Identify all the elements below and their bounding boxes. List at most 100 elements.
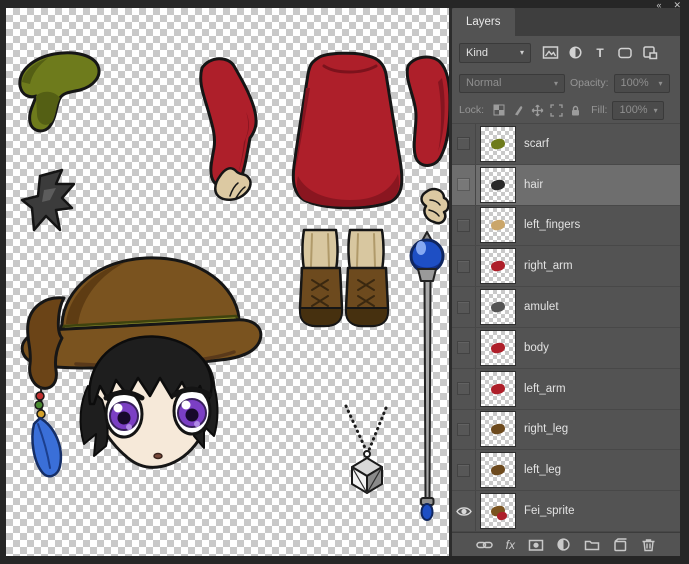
lock-transparent-pixels-icon[interactable] xyxy=(493,104,506,117)
fill-control[interactable]: 100% ▾ xyxy=(612,101,664,120)
layer-row-scarf[interactable]: scarf xyxy=(452,124,680,165)
window-controls: « ✕ xyxy=(656,0,681,10)
layer-thumbnail[interactable] xyxy=(480,411,516,447)
pixel-layers-icon xyxy=(542,45,559,60)
fill-value: 100% xyxy=(619,104,647,116)
layer-thumbnail[interactable] xyxy=(480,330,516,366)
visibility-toggle[interactable] xyxy=(452,206,476,246)
layer-name: left_arm xyxy=(524,383,566,395)
body-sprite[interactable] xyxy=(293,53,402,208)
filter-smart-objects-button[interactable] xyxy=(639,43,661,63)
new-layer-icon xyxy=(612,538,628,552)
lock-position-icon[interactable] xyxy=(531,104,544,117)
hair-tuft-sprite[interactable] xyxy=(22,170,74,230)
layer-thumbnail[interactable] xyxy=(480,126,516,162)
visibility-toggle[interactable] xyxy=(452,491,476,531)
filter-type-layers-button[interactable]: T xyxy=(589,43,611,63)
filter-adjustment-layers-button[interactable] xyxy=(564,43,586,63)
collapse-panel-icon[interactable]: « xyxy=(656,0,661,10)
layer-row-right-arm[interactable]: right_arm xyxy=(452,246,680,287)
left-fingers-sprite[interactable] xyxy=(422,189,449,223)
folder-icon xyxy=(584,538,600,552)
scarf-sprite[interactable] xyxy=(20,53,99,131)
left-arm-sprite[interactable] xyxy=(201,59,256,200)
legs-sprite[interactable] xyxy=(300,230,388,326)
chevron-down-icon: ▾ xyxy=(659,79,663,88)
tab-layers[interactable]: Layers xyxy=(452,8,515,36)
visibility-toggle[interactable] xyxy=(452,246,476,286)
filter-pixel-layers-button[interactable] xyxy=(539,43,561,63)
lock-all-icon[interactable] xyxy=(569,104,582,117)
shape-layers-icon xyxy=(617,46,633,60)
delete-layer-button[interactable] xyxy=(641,536,656,554)
visibility-toggle[interactable] xyxy=(452,369,476,409)
layer-thumbnail[interactable] xyxy=(480,493,516,529)
layer-list: scarf hair left_fingers right_arm xyxy=(452,124,680,532)
filter-shape-layers-button[interactable] xyxy=(614,43,636,63)
visibility-toggle[interactable] xyxy=(452,124,476,164)
thumbnail-preview xyxy=(490,423,506,436)
chevron-down-icon: ▾ xyxy=(554,79,558,88)
document-canvas[interactable] xyxy=(6,8,452,556)
trash-icon xyxy=(641,538,656,552)
right-eye xyxy=(174,388,210,434)
visibility-toggle[interactable] xyxy=(452,287,476,327)
lock-image-pixels-icon[interactable] xyxy=(512,104,525,117)
layer-row-right-leg[interactable]: right_leg xyxy=(452,410,680,451)
lock-artboard-icon[interactable] xyxy=(550,104,563,117)
layer-row-left-fingers[interactable]: left_fingers xyxy=(452,206,680,247)
thumbnail-preview xyxy=(490,260,506,273)
layer-row-left-leg[interactable]: left_leg xyxy=(452,450,680,491)
fx-icon: fx xyxy=(506,538,515,552)
new-layer-button[interactable] xyxy=(612,536,628,554)
eye-icon xyxy=(456,506,472,517)
smart-objects-icon xyxy=(642,45,658,60)
layer-style-button[interactable]: fx xyxy=(506,536,515,554)
visibility-toggle[interactable] xyxy=(452,328,476,368)
layer-thumbnail[interactable] xyxy=(480,167,516,203)
kind-filter-label: Kind xyxy=(466,47,488,59)
close-icon[interactable]: ✕ xyxy=(673,0,681,10)
layer-thumbnail[interactable] xyxy=(480,207,516,243)
opacity-control[interactable]: 100% ▾ xyxy=(614,74,670,93)
layer-thumbnail[interactable] xyxy=(480,248,516,284)
layer-thumbnail[interactable] xyxy=(480,289,516,325)
new-adjustment-layer-button[interactable] xyxy=(556,536,571,554)
panel-tab-bar: Layers xyxy=(452,8,680,36)
lock-label: Lock: xyxy=(459,104,484,116)
amulet-sprite[interactable] xyxy=(346,406,386,493)
layer-row-body[interactable]: body xyxy=(452,328,680,369)
layer-thumbnail[interactable] xyxy=(480,452,516,488)
visibility-toggle[interactable] xyxy=(452,165,476,205)
link-icon xyxy=(476,538,493,552)
new-group-button[interactable] xyxy=(584,536,600,554)
layer-thumbnail[interactable] xyxy=(480,371,516,407)
layer-row-amulet[interactable]: amulet xyxy=(452,287,680,328)
adjustment-layers-icon xyxy=(568,45,583,60)
layer-name: body xyxy=(524,342,549,354)
thumbnail-preview xyxy=(490,382,506,395)
staff-sprite[interactable] xyxy=(411,232,443,520)
type-layers-icon: T xyxy=(596,46,603,60)
visibility-toggle[interactable] xyxy=(452,410,476,450)
link-layers-button[interactable] xyxy=(476,536,493,554)
opacity-value: 100% xyxy=(621,77,649,89)
thumbnail-preview-secondary xyxy=(496,511,508,521)
layer-name: right_arm xyxy=(524,260,573,272)
layer-row-left-arm[interactable]: left_arm xyxy=(452,369,680,410)
right-arm-sprite[interactable] xyxy=(407,57,449,165)
layer-filter-row: Kind ▾ xyxy=(452,36,680,69)
layer-name: Fei_sprite xyxy=(524,505,575,517)
visibility-toggle[interactable] xyxy=(452,450,476,490)
layer-name: left_fingers xyxy=(524,219,580,231)
visibility-well xyxy=(457,137,470,150)
visibility-well xyxy=(457,341,470,354)
blend-mode-select[interactable]: Normal ▾ xyxy=(459,74,565,93)
kind-filter-select[interactable]: Kind ▾ xyxy=(459,43,531,63)
add-layer-mask-button[interactable] xyxy=(528,536,544,554)
head-sprite[interactable] xyxy=(22,258,261,476)
layer-row-fei-sprite[interactable]: Fei_sprite xyxy=(452,491,680,532)
visibility-well xyxy=(457,178,470,191)
layer-name: left_leg xyxy=(524,464,561,476)
layer-row-hair[interactable]: hair xyxy=(452,165,680,206)
